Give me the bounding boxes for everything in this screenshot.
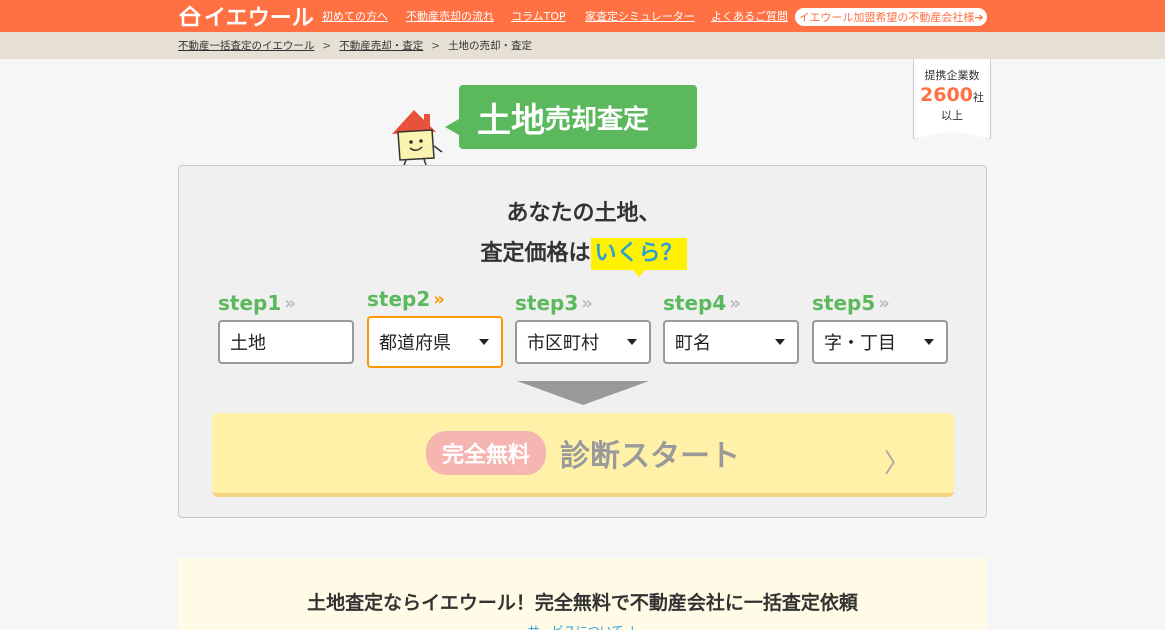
down-arrow-icon: [517, 381, 649, 405]
free-badge: 完全無料: [425, 431, 546, 475]
page-title-badge: 土地 売却査定: [445, 85, 697, 149]
top-navbar: イエウール 初めての方へ 不動産売却の流れ コラムTOP 家査定シミュレーター …: [0, 0, 1165, 32]
step-label-text: step4: [663, 291, 727, 315]
partner-cta-button[interactable]: イエウール加盟希望の不動産会社様➔: [795, 8, 987, 26]
start-assessment-button[interactable]: 完全無料 診断スタート 〉: [212, 413, 954, 497]
nav-item-flow[interactable]: 不動産売却の流れ: [406, 0, 494, 32]
chevron-right-icon: »: [433, 288, 445, 310]
logo-text: イエウール: [204, 6, 314, 31]
breadcrumb-separator: >: [431, 39, 441, 52]
ribbon-count: 2600社: [914, 84, 990, 106]
select-value: 都道府県: [379, 333, 451, 354]
house-logo-icon: [179, 5, 201, 27]
nav-link[interactable]: コラムTOP: [511, 8, 566, 24]
nav-link[interactable]: 不動産売却の流れ: [406, 8, 494, 24]
start-button-label: 診断スタート: [560, 439, 740, 474]
nav-item-simulator[interactable]: 家査定シミュレーター: [585, 0, 695, 32]
step-label: step2»: [367, 284, 503, 314]
step-2: step2» 都道府県: [367, 287, 503, 368]
step-1: step1» 土地: [218, 288, 354, 364]
step-5: step5» 字・丁目: [812, 288, 948, 364]
town-select[interactable]: 町名: [663, 320, 799, 364]
site-logo[interactable]: イエウール: [178, 2, 314, 31]
heading-line-2: 査定価格は いくら？: [179, 234, 988, 277]
house-mascot-icon: [392, 110, 443, 166]
caret-down-icon: [924, 339, 934, 345]
breadcrumb-current: 土地の売却・査定: [448, 40, 533, 52]
nav-link[interactable]: よくあるご質問: [711, 8, 788, 24]
nav-item-column[interactable]: コラムTOP: [511, 0, 566, 32]
step-label: step5»: [812, 288, 948, 318]
ribbon-suffix: 以上: [941, 109, 963, 122]
title-sub: 売却査定: [545, 104, 650, 135]
step-label-text: step3: [515, 291, 579, 315]
step-3: step3» 市区町村: [515, 288, 651, 364]
caret-down-icon: [479, 339, 489, 345]
partner-count-ribbon: 提携企業数 2600社 以上: [913, 59, 991, 139]
caret-down-icon: [775, 339, 785, 345]
field-value: 土地: [230, 333, 266, 354]
step-label-text: step1: [218, 291, 282, 315]
heading-highlight: いくら？: [590, 238, 687, 277]
nav-item-faq[interactable]: よくあるご質問: [711, 0, 788, 32]
chevron-right-icon: 〉: [883, 449, 910, 479]
step-label: step4»: [663, 288, 799, 318]
nav-link[interactable]: 家査定シミュレーター: [585, 8, 695, 24]
ribbon-count-number: 2600: [920, 84, 973, 106]
caret-down-icon: [627, 339, 637, 345]
ribbon-label: 提携企業数: [924, 69, 980, 82]
prefecture-select[interactable]: 都道府県: [367, 316, 503, 368]
step-label-text: step2: [367, 287, 431, 311]
property-type-field[interactable]: 土地: [218, 320, 354, 364]
chevron-right-icon: »: [729, 292, 741, 314]
breadcrumb-bar: 不動産一括査定のイエウール > 不動産売却・査定 > 土地の売却・査定: [0, 32, 1165, 59]
step-label: step3»: [515, 288, 651, 318]
select-value: 字・丁目: [824, 333, 896, 354]
step-label: step1»: [218, 288, 354, 318]
heading-line-1: あなたの土地、: [506, 201, 661, 226]
chevron-right-icon: »: [284, 292, 296, 314]
chevron-right-icon: »: [878, 292, 890, 314]
breadcrumb-link-sell[interactable]: 不動産売却・査定: [339, 38, 423, 53]
assessment-form-card: あなたの土地、 査定価格は いくら？ step1» 土地 step2» 都道府県 …: [178, 165, 987, 518]
nav-item-first-time[interactable]: 初めての方へ: [322, 0, 388, 32]
select-value: 町名: [675, 333, 711, 354]
block-select[interactable]: 字・丁目: [812, 320, 948, 364]
ribbon-unit: 社: [972, 91, 984, 104]
step-label-text: step5: [812, 291, 876, 315]
service-about-link[interactable]: サービスについて ↓: [178, 622, 987, 630]
select-value: 市区町村: [527, 333, 599, 354]
step-4: step4» 町名: [663, 288, 799, 364]
title-main: 土地: [477, 100, 545, 141]
breadcrumb: 不動産一括査定のイエウール > 不動産売却・査定 > 土地の売却・査定: [178, 32, 532, 59]
service-intro-band: 土地査定ならイエウール！完全無料で不動産会社に一括査定依頼 サービスについて ↓: [178, 558, 987, 630]
breadcrumb-link-home[interactable]: 不動産一括査定のイエウール: [178, 38, 314, 53]
chevron-right-icon: »: [581, 292, 593, 314]
city-select[interactable]: 市区町村: [515, 320, 651, 364]
form-heading: あなたの土地、 査定価格は いくら？: [179, 194, 988, 277]
service-intro-title: 土地査定ならイエウール！完全無料で不動産会社に一括査定依頼: [307, 592, 858, 614]
nav-link[interactable]: 初めての方へ: [322, 8, 388, 24]
breadcrumb-separator: >: [322, 39, 332, 52]
heading-prefix: 査定価格は: [480, 241, 591, 266]
